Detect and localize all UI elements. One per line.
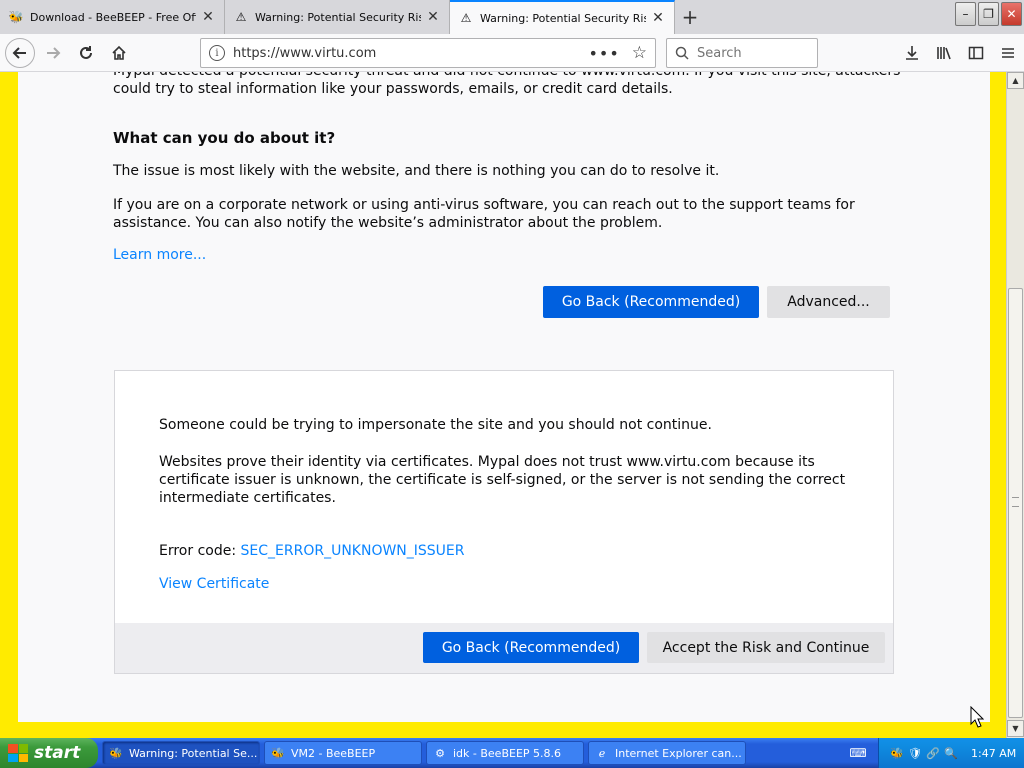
taskbar-item-label: VM2 - BeeBEEP bbox=[291, 746, 376, 760]
tab-security-warning-1[interactable]: ⚠ Warning: Potential Security Risk A ✕ bbox=[225, 0, 450, 34]
issue-paragraph: The issue is most likely with the websit… bbox=[113, 163, 720, 179]
back-button[interactable] bbox=[5, 37, 35, 68]
beebeep-tray-icon[interactable]: 🐝 bbox=[889, 745, 905, 761]
close-tab-icon[interactable]: ✕ bbox=[650, 10, 666, 26]
tab-label: Warning: Potential Security Risk A bbox=[480, 11, 646, 25]
beebeep-icon: 🐝 bbox=[8, 10, 24, 24]
home-icon bbox=[112, 45, 126, 60]
scroll-down-arrow-icon[interactable]: ▼ bbox=[1007, 720, 1024, 737]
taskbar-item-internet-explorer[interactable]: ℯ Internet Explorer can... bbox=[588, 741, 746, 765]
reload-button[interactable] bbox=[71, 38, 101, 68]
taskbar-item-label: idk - BeeBEEP 5.8.6 bbox=[453, 746, 562, 760]
system-tray: 🐝 🛡 🔗 🔍 1:47 AM bbox=[878, 738, 1024, 768]
bookmark-star-icon[interactable]: ☆ bbox=[632, 43, 647, 63]
taskbar-item-vm2-beebeep[interactable]: 🐝 VM2 - BeeBEEP bbox=[264, 741, 422, 765]
search-tray-icon[interactable]: 🔍 bbox=[943, 745, 959, 761]
reload-icon bbox=[80, 45, 92, 59]
window-controls: – ❐ ✕ bbox=[955, 2, 1022, 26]
downloads-button[interactable] bbox=[896, 38, 928, 68]
warning-icon: ⚠ bbox=[235, 10, 247, 24]
library-button[interactable] bbox=[928, 38, 960, 68]
advanced-panel-footer: Go Back (Recommended) Accept the Risk an… bbox=[115, 623, 893, 673]
page-content: Mypal detected a potential security thre… bbox=[18, 72, 990, 722]
url-text[interactable]: https://www.virtu.com bbox=[233, 46, 588, 61]
learn-more-link[interactable]: Learn more... bbox=[113, 247, 206, 263]
site-info-icon[interactable]: i bbox=[209, 45, 225, 61]
close-window-button[interactable]: ✕ bbox=[1001, 2, 1022, 26]
taskbar-item-label: Internet Explorer can... bbox=[615, 746, 742, 760]
what-can-you-do-heading: What can you do about it? bbox=[113, 129, 336, 147]
yellow-border-left bbox=[0, 72, 18, 722]
advanced-panel: Someone could be trying to impersonate t… bbox=[114, 370, 894, 674]
forward-arrow-icon bbox=[47, 46, 61, 59]
network-icon[interactable]: 🔗 bbox=[925, 745, 941, 761]
toolbar-right-buttons bbox=[896, 38, 1024, 68]
taskbar-item-label: Warning: Potential Se... bbox=[129, 746, 258, 760]
vertical-scrollbar[interactable]: ▲ ▼ bbox=[1006, 72, 1024, 738]
sidebar-button[interactable] bbox=[960, 38, 992, 68]
impersonate-warning: Someone could be trying to impersonate t… bbox=[159, 417, 712, 433]
beebeep-icon: 🐝 bbox=[271, 746, 285, 760]
navigation-toolbar: i https://www.virtu.com ••• ☆ Search bbox=[0, 34, 1024, 72]
security-shield-icon[interactable]: 🛡 bbox=[907, 745, 923, 761]
advanced-button[interactable]: Advanced... bbox=[767, 286, 890, 318]
start-label: start bbox=[34, 743, 81, 763]
page-actions-icon[interactable]: ••• bbox=[588, 44, 619, 63]
tab-label: Warning: Potential Security Risk A bbox=[255, 10, 421, 24]
taskbar: start 🐝 Warning: Potential Se... 🐝 VM2 -… bbox=[0, 738, 1024, 768]
library-icon bbox=[937, 47, 951, 60]
warning-icon: ⚠ bbox=[460, 11, 472, 25]
go-back-button[interactable]: Go Back (Recommended) bbox=[543, 286, 759, 318]
back-arrow-icon bbox=[12, 46, 26, 59]
new-tab-button[interactable]: + bbox=[675, 0, 705, 34]
restore-button[interactable]: ❐ bbox=[978, 2, 999, 26]
search-input[interactable]: Search bbox=[666, 38, 818, 68]
scrollbar-thumb[interactable] bbox=[1008, 288, 1023, 718]
minimize-button[interactable]: – bbox=[955, 2, 976, 26]
tab-security-warning-2[interactable]: ⚠ Warning: Potential Security Risk A ✕ bbox=[450, 0, 675, 34]
taskbar-item-browser[interactable]: 🐝 Warning: Potential Se... bbox=[102, 741, 260, 765]
error-code-line: Error code: SEC_ERROR_UNKNOWN_ISSUER bbox=[159, 543, 465, 559]
tab-label: Download - BeeBEEP - Free Office bbox=[30, 10, 196, 24]
beebeep-icon: ⚙ bbox=[435, 746, 445, 760]
sidebar-icon bbox=[968, 46, 984, 60]
close-tab-icon[interactable]: ✕ bbox=[200, 9, 216, 25]
home-button[interactable] bbox=[104, 38, 134, 68]
view-certificate-link[interactable]: View Certificate bbox=[159, 576, 269, 592]
start-button[interactable]: start bbox=[0, 738, 98, 768]
clock: 1:47 AM bbox=[971, 746, 1017, 760]
download-icon bbox=[906, 46, 918, 60]
mouse-cursor-icon bbox=[970, 706, 984, 728]
internet-explorer-icon: ℯ bbox=[598, 746, 606, 760]
tab-strip: 🐝 Download - BeeBEEP - Free Office ✕ ⚠ W… bbox=[0, 0, 1024, 34]
certificate-explanation: Websites prove their identity via certif… bbox=[159, 454, 846, 506]
close-tab-icon[interactable]: ✕ bbox=[425, 9, 441, 25]
taskbar-item-idk-beebeep[interactable]: ⚙ idk - BeeBEEP 5.8.6 bbox=[426, 741, 584, 765]
url-bar[interactable]: i https://www.virtu.com ••• ☆ bbox=[200, 38, 656, 68]
scroll-up-arrow-icon[interactable]: ▲ bbox=[1007, 72, 1024, 89]
hamburger-menu-icon bbox=[1002, 48, 1014, 58]
yellow-border-bottom bbox=[0, 722, 1006, 738]
windows-flag-icon bbox=[8, 744, 28, 762]
menu-button[interactable] bbox=[992, 38, 1024, 68]
threat-description: Mypal detected a potential security thre… bbox=[113, 72, 900, 97]
mypal-icon: 🐝 bbox=[109, 746, 123, 760]
yellow-border-right bbox=[990, 72, 1006, 722]
forward-button[interactable] bbox=[38, 38, 68, 68]
error-code-link[interactable]: SEC_ERROR_UNKNOWN_ISSUER bbox=[241, 543, 465, 559]
error-code-label: Error code: bbox=[159, 543, 241, 559]
search-placeholder: Search bbox=[697, 45, 742, 61]
scrollbar-grip bbox=[1012, 497, 1019, 507]
keyboard-icon[interactable]: ⌨ bbox=[848, 743, 868, 763]
tab-beebeep-download[interactable]: 🐝 Download - BeeBEEP - Free Office ✕ bbox=[0, 0, 225, 34]
go-back-recommended-button[interactable]: Go Back (Recommended) bbox=[423, 632, 639, 663]
search-icon bbox=[675, 46, 689, 60]
corporate-network-paragraph: If you are on a corporate network or usi… bbox=[113, 197, 855, 231]
accept-risk-button[interactable]: Accept the Risk and Continue bbox=[647, 632, 885, 663]
